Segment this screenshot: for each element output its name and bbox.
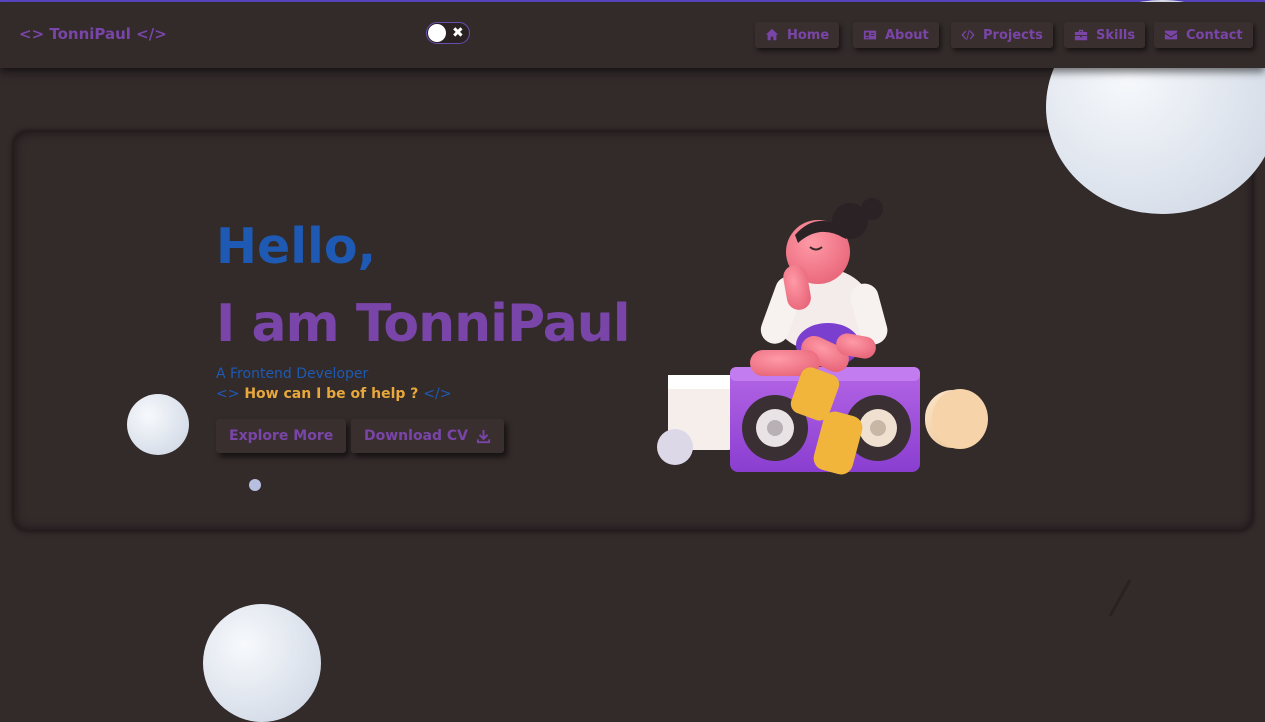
download-cv-label: Download CV: [364, 428, 469, 444]
hero-role: A Frontend Developer: [216, 366, 369, 382]
theme-toggle[interactable]: ✖: [426, 22, 470, 44]
id-card-icon: [863, 30, 877, 40]
nav-projects-button[interactable]: Projects: [951, 22, 1053, 48]
envelope-icon: [1164, 30, 1178, 40]
hero-help-text: How can I be of help ?: [244, 386, 419, 402]
download-icon: [476, 429, 491, 443]
logo[interactable]: <> TonniPaul </>: [19, 25, 167, 43]
hero-card: [13, 131, 1253, 531]
hero-greeting: Hello,: [216, 218, 377, 275]
explore-more-label: Explore More: [229, 428, 334, 444]
download-cv-button[interactable]: Download CV: [351, 419, 505, 453]
nav-about-button[interactable]: About: [853, 22, 939, 48]
nav-about-label: About: [885, 27, 929, 43]
girl-on-speaker-illustration: [657, 198, 988, 475]
code-close-icon: </>: [423, 386, 452, 402]
decorative-dot: [249, 479, 261, 491]
nav-home-button[interactable]: Home: [755, 22, 840, 48]
decorative-slash: [1108, 579, 1132, 617]
nav-skills-button[interactable]: Skills: [1064, 22, 1146, 48]
explore-more-button[interactable]: Explore More: [216, 419, 347, 453]
hero-help-line: <> How can I be of help ? </>: [216, 386, 451, 402]
code-open-icon: <>: [216, 386, 240, 402]
close-icon: ✖: [452, 25, 464, 41]
nav-skills-label: Skills: [1096, 27, 1136, 43]
decorative-bubble-bottom: [203, 604, 321, 722]
home-icon: [765, 28, 779, 41]
nav-projects-label: Projects: [983, 27, 1043, 43]
toolbox-icon: [1074, 29, 1088, 41]
toggle-knob: [428, 24, 446, 42]
hero-headline: I am TonniPaul: [216, 294, 631, 354]
code-icon: [961, 29, 975, 41]
nav-home-label: Home: [787, 27, 830, 43]
nav-contact-button[interactable]: Contact: [1154, 22, 1253, 48]
decorative-bubble-small: [127, 394, 189, 455]
nav-contact-label: Contact: [1186, 27, 1243, 43]
navbar: <> TonniPaul </> ✖ Home About Projects S…: [0, 2, 1265, 68]
